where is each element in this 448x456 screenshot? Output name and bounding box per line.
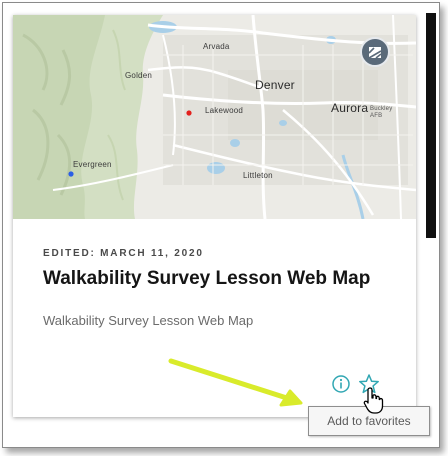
- info-icon: [332, 375, 350, 393]
- map-label-aurora: Aurora: [331, 101, 369, 115]
- scrollbar-thumb[interactable]: [426, 13, 436, 238]
- map-label-arvada: Arvada: [203, 42, 230, 51]
- map-type-badge: [360, 37, 390, 67]
- map-label-denver: Denver: [255, 78, 295, 92]
- map-label-littleton: Littleton: [243, 171, 273, 180]
- map-label-buckley: Buckley AFB: [370, 106, 393, 119]
- map-type-icon: [368, 47, 382, 59]
- scrollbar-region[interactable]: [424, 13, 438, 433]
- item-description: Walkability Survey Lesson Web Map: [43, 313, 254, 328]
- item-title[interactable]: Walkability Survey Lesson Web Map: [43, 268, 413, 290]
- map-thumbnail[interactable]: Arvada Golden Denver Aurora Lakewood Buc…: [13, 15, 416, 219]
- item-card[interactable]: Arvada Golden Denver Aurora Lakewood Buc…: [13, 15, 416, 417]
- map-label-evergreen: Evergreen: [73, 160, 112, 169]
- map-label-golden: Golden: [125, 71, 152, 80]
- info-button[interactable]: [331, 374, 351, 394]
- screenshot-frame: Arvada Golden Denver Aurora Lakewood Buc…: [2, 2, 440, 448]
- hand-cursor-icon: [363, 387, 384, 414]
- edited-date: EDITED: MARCH 11, 2020: [43, 248, 204, 259]
- map-label-lakewood: Lakewood: [205, 106, 244, 115]
